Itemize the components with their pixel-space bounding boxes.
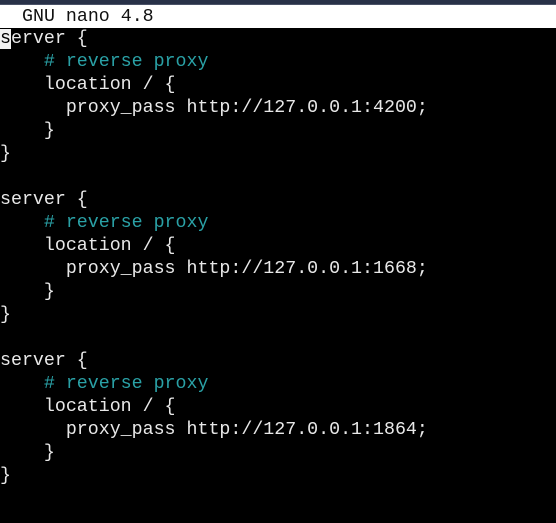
editor-line[interactable]: # reverse proxy [0, 373, 556, 396]
editor-line[interactable]: } [0, 281, 556, 304]
editor-line[interactable]: server { [0, 28, 556, 51]
editor-line[interactable]: server { [0, 189, 556, 212]
editor-line[interactable] [0, 327, 556, 350]
editor-line[interactable] [0, 166, 556, 189]
editor-line[interactable]: } [0, 465, 556, 488]
line-text: erver { [10, 29, 88, 49]
editor-text-area[interactable]: server { # reverse proxy location / { pr… [0, 28, 556, 488]
editor-line[interactable]: server { [0, 350, 556, 373]
editor-line[interactable]: location / { [0, 74, 556, 97]
editor-line[interactable]: # reverse proxy [0, 51, 556, 74]
editor-line[interactable]: location / { [0, 396, 556, 419]
editor-title: GNU nano 4.8 [22, 7, 154, 27]
nano-title-bar: GNU nano 4.8 [0, 5, 556, 28]
editor-line[interactable]: location / { [0, 235, 556, 258]
editor-line[interactable]: } [0, 143, 556, 166]
editor-line[interactable]: } [0, 120, 556, 143]
text-cursor: s [0, 29, 11, 49]
editor-line[interactable]: proxy_pass http://127.0.0.1:4200; [0, 97, 556, 120]
editor-line[interactable]: # reverse proxy [0, 212, 556, 235]
editor-line[interactable]: } [0, 442, 556, 465]
editor-line[interactable]: } [0, 304, 556, 327]
editor-line[interactable]: proxy_pass http://127.0.0.1:1668; [0, 258, 556, 281]
editor-line[interactable]: proxy_pass http://127.0.0.1:1864; [0, 419, 556, 442]
